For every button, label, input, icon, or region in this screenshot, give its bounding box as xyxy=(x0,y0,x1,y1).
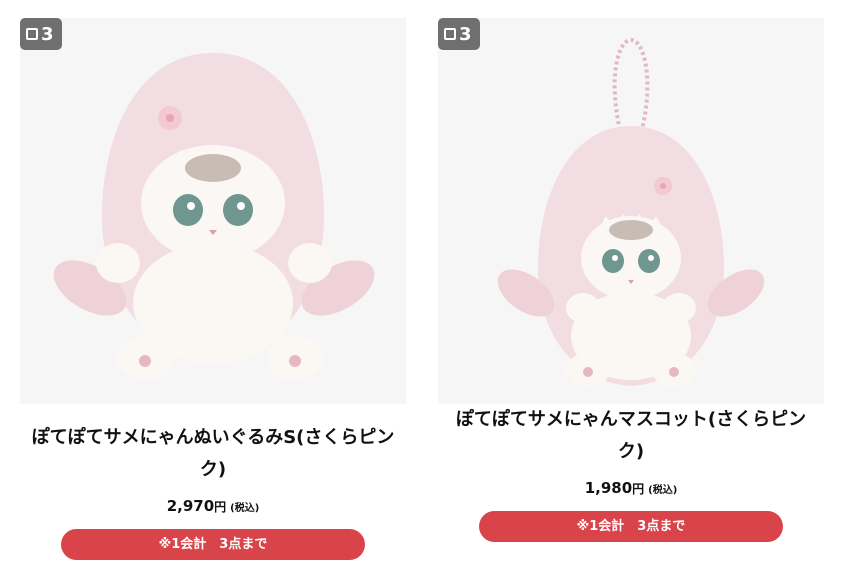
tax-note: (税込) xyxy=(648,485,678,496)
plush-shark-cat-mascot-image xyxy=(497,37,765,387)
image-stack-icon xyxy=(444,28,456,40)
price-currency: 円 xyxy=(632,482,645,496)
image-count-badge: 3 xyxy=(20,18,62,50)
product-card[interactable]: 3 ぽてぽてサメにゃんぬいぐるみS(さくらピンク) 2,970円 (税込) ※1会… xyxy=(20,18,406,560)
product-title[interactable]: ぽてぽてサメにゃんぬいぐるみS(さくらピンク) xyxy=(20,422,406,486)
product-image[interactable]: 3 xyxy=(438,18,824,404)
product-price: 2,970円 (税込) xyxy=(20,496,406,515)
price-value: 1,980 xyxy=(584,479,633,497)
image-count: 3 xyxy=(459,23,472,45)
product-card[interactable]: 3 ぽてぽてサメにゃんマスコット(さくらピンク) 1,980円 (税込) ※1会計… xyxy=(438,18,824,542)
product-price: 1,980円 (税込) xyxy=(438,478,824,497)
purchase-limit-button[interactable]: ※1会計 3点まで xyxy=(61,529,365,560)
image-count-badge: 3 xyxy=(438,18,480,50)
tax-note: (税込) xyxy=(230,503,260,514)
image-count: 3 xyxy=(41,23,54,45)
price-value: 2,970 xyxy=(166,497,215,515)
plush-shark-cat-s-image xyxy=(53,53,375,380)
purchase-limit-button[interactable]: ※1会計 3点まで xyxy=(479,511,783,542)
image-stack-icon xyxy=(26,28,38,40)
product-image[interactable]: 3 xyxy=(20,18,406,404)
product-title[interactable]: ぽてぽてサメにゃんマスコット(さくらピンク) xyxy=(438,404,824,468)
price-currency: 円 xyxy=(214,500,227,514)
